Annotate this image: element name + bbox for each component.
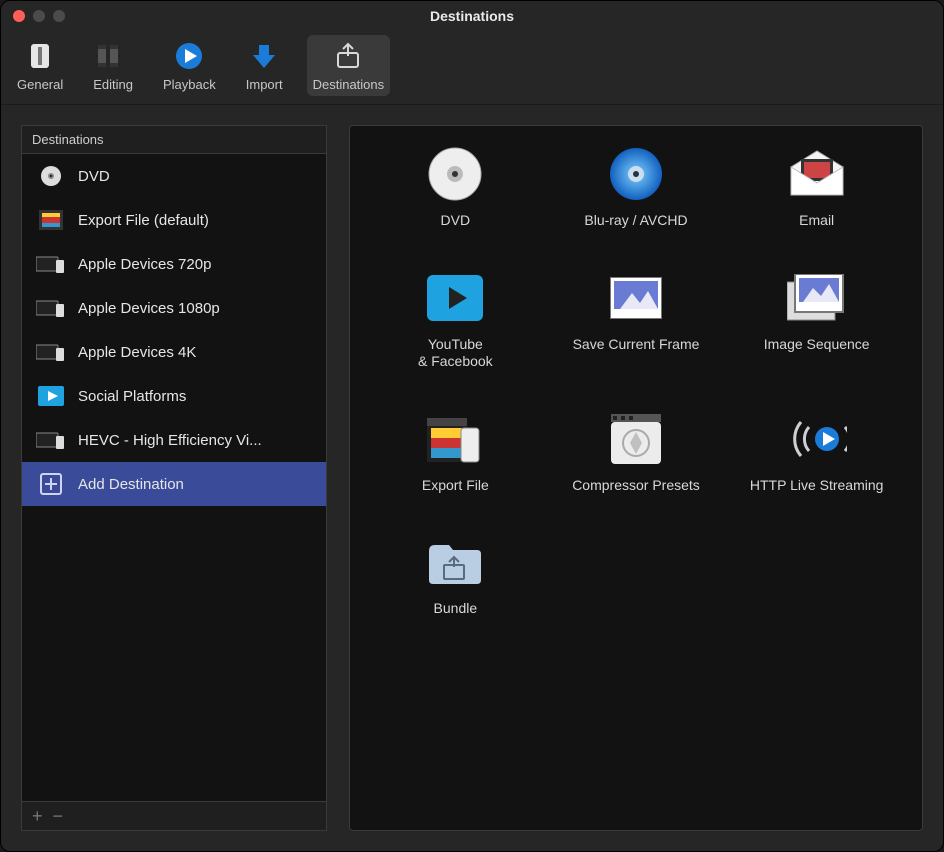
- tab-label: Editing: [93, 77, 133, 92]
- sidebar-item-add-destination[interactable]: Add Destination: [22, 462, 326, 506]
- template-label: Blu-ray / AVCHD: [584, 212, 687, 230]
- tab-destinations[interactable]: Destinations: [307, 35, 391, 96]
- template-label: Email: [799, 212, 834, 230]
- templates-grid: DVD Blu-ray / AVCHD Email: [370, 146, 902, 618]
- template-youtube-facebook[interactable]: YouTube & Facebook: [370, 270, 541, 371]
- add-button[interactable]: +: [32, 806, 43, 827]
- bundle-icon: [425, 534, 485, 590]
- tab-label: Import: [246, 77, 283, 92]
- minimize-window-button[interactable]: [33, 10, 45, 22]
- template-label: Compressor Presets: [572, 477, 700, 495]
- import-icon: [246, 39, 282, 73]
- content-area: Destinations DVD Export File (default): [1, 105, 943, 851]
- template-image-sequence[interactable]: Image Sequence: [731, 270, 902, 371]
- template-bundle[interactable]: Bundle: [370, 534, 541, 618]
- dvd-icon: [36, 164, 66, 188]
- sidebar-item-4k[interactable]: Apple Devices 4K: [22, 330, 326, 374]
- play-icon: [171, 39, 207, 73]
- zoom-window-button[interactable]: [53, 10, 65, 22]
- sidebar-item-label: Social Platforms: [78, 388, 186, 405]
- bluray-icon: [606, 146, 666, 202]
- sidebar-item-dvd[interactable]: DVD: [22, 154, 326, 198]
- template-label: Image Sequence: [764, 336, 870, 354]
- template-label: HTTP Live Streaming: [750, 477, 884, 495]
- devices-icon: [36, 296, 66, 320]
- destination-templates: DVD Blu-ray / AVCHD Email: [349, 125, 923, 831]
- social-icon: [36, 384, 66, 408]
- destinations-sidebar: Destinations DVD Export File (default): [21, 125, 327, 831]
- slider-icon: [22, 39, 58, 73]
- http-stream-icon: [787, 411, 847, 467]
- template-label: Export File: [422, 477, 489, 495]
- sidebar-item-label: Export File (default): [78, 212, 209, 229]
- preferences-window: Destinations General Editing Playback I: [0, 0, 944, 852]
- plus-box-icon: [36, 472, 66, 496]
- template-save-frame[interactable]: Save Current Frame: [551, 270, 722, 371]
- frame-icon: [606, 270, 666, 326]
- remove-button[interactable]: −: [53, 806, 64, 827]
- template-label: Save Current Frame: [573, 336, 700, 354]
- template-dvd[interactable]: DVD: [370, 146, 541, 230]
- devices-icon: [36, 428, 66, 452]
- devices-icon: [36, 340, 66, 364]
- close-window-button[interactable]: [13, 10, 25, 22]
- tab-label: Destinations: [313, 77, 385, 92]
- export-file-icon: [425, 411, 485, 467]
- sidebar-list: DVD Export File (default) Apple Devices …: [21, 154, 327, 801]
- template-http-stream[interactable]: HTTP Live Streaming: [731, 411, 902, 495]
- template-bluray[interactable]: Blu-ray / AVCHD: [551, 146, 722, 230]
- template-export-file[interactable]: Export File: [370, 411, 541, 495]
- sidebar-item-label: Apple Devices 720p: [78, 256, 211, 273]
- titlebar: Destinations: [1, 1, 943, 31]
- sidebar-item-1080p[interactable]: Apple Devices 1080p: [22, 286, 326, 330]
- sidebar-item-social[interactable]: Social Platforms: [22, 374, 326, 418]
- sidebar-item-label: Add Destination: [78, 476, 184, 493]
- sidebar-item-label: DVD: [78, 168, 110, 185]
- sidebar-item-label: HEVC - High Efficiency Vi...: [78, 432, 262, 449]
- sidebar-item-export-file[interactable]: Export File (default): [22, 198, 326, 242]
- editing-icon: [95, 39, 131, 73]
- template-compressor[interactable]: Compressor Presets: [551, 411, 722, 495]
- pref-toolbar: General Editing Playback Import Destinat…: [1, 31, 943, 105]
- tab-general[interactable]: General: [11, 35, 69, 96]
- template-label: DVD: [441, 212, 471, 230]
- template-label: Bundle: [434, 600, 478, 618]
- sequence-icon: [787, 270, 847, 326]
- sidebar-footer: + −: [21, 801, 327, 831]
- tab-label: Playback: [163, 77, 216, 92]
- share-icon: [330, 39, 366, 73]
- traffic-lights: [13, 10, 65, 22]
- template-email[interactable]: Email: [731, 146, 902, 230]
- tab-label: General: [17, 77, 63, 92]
- sidebar-item-hevc[interactable]: HEVC - High Efficiency Vi...: [22, 418, 326, 462]
- template-label: YouTube & Facebook: [418, 336, 493, 371]
- dvd-big-icon: [425, 146, 485, 202]
- sidebar-item-label: Apple Devices 1080p: [78, 300, 220, 317]
- tab-playback[interactable]: Playback: [157, 35, 222, 96]
- film-icon: [36, 208, 66, 232]
- tab-editing[interactable]: Editing: [87, 35, 139, 96]
- window-title: Destinations: [1, 8, 943, 24]
- sidebar-header: Destinations: [21, 125, 327, 154]
- compressor-icon: [606, 411, 666, 467]
- tab-import[interactable]: Import: [240, 35, 289, 96]
- youtube-icon: [425, 270, 485, 326]
- sidebar-item-720p[interactable]: Apple Devices 720p: [22, 242, 326, 286]
- email-icon: [787, 146, 847, 202]
- sidebar-item-label: Apple Devices 4K: [78, 344, 196, 361]
- devices-icon: [36, 252, 66, 276]
